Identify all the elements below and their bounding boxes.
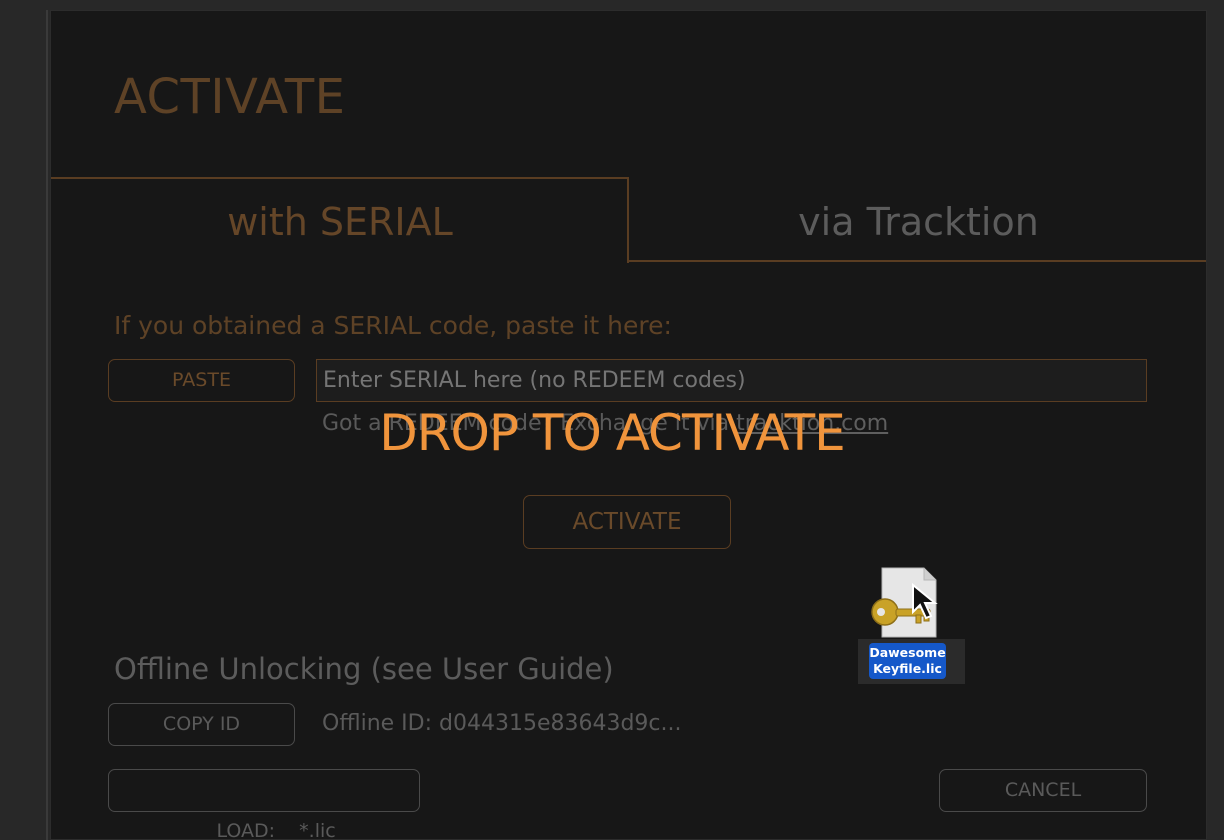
dialog-title: ACTIVATE: [114, 69, 346, 125]
serial-prompt: If you obtained a SERIAL code, paste it …: [114, 311, 672, 340]
cancel-button-label: CANCEL: [1004, 779, 1082, 801]
offline-unlocking-title: Offline Unlocking (see User Guide): [114, 652, 614, 686]
tab-via-tracktion[interactable]: via Tracktion: [629, 199, 1206, 245]
file-name-line2: Keyfile.lic: [873, 661, 942, 676]
key-file-icon: [871, 567, 938, 638]
dragged-keyfile[interactable]: Dawesome Keyfile.lic: [858, 565, 965, 685]
copy-id-button[interactable]: COPY ID: [108, 703, 295, 746]
file-name: Dawesome Keyfile.lic: [869, 643, 946, 679]
copy-id-button-label: COPY ID: [162, 713, 241, 735]
tab-with-serial[interactable]: with SERIAL: [51, 199, 629, 245]
paste-button[interactable]: PASTE: [108, 359, 295, 402]
offline-id-text: Offline ID: d044315e83643d9c...: [322, 711, 682, 736]
serial-input[interactable]: [316, 359, 1147, 402]
load-lic-button-label: LOAD: *.lic: [216, 820, 336, 840]
cancel-button[interactable]: CANCEL: [939, 769, 1147, 812]
activate-button[interactable]: ACTIVATE: [523, 495, 731, 549]
paste-button-label: PASTE: [172, 369, 231, 391]
drop-to-activate-overlay: DROP TO ACTIVATE: [379, 404, 845, 462]
file-name-line1: Dawesome: [869, 645, 946, 660]
file-label-box: Dawesome Keyfile.lic: [858, 639, 965, 684]
tab-underline: [629, 260, 1206, 262]
activate-button-label: ACTIVATE: [572, 509, 682, 535]
load-lic-button[interactable]: LOAD: *.lic: [108, 769, 420, 839]
